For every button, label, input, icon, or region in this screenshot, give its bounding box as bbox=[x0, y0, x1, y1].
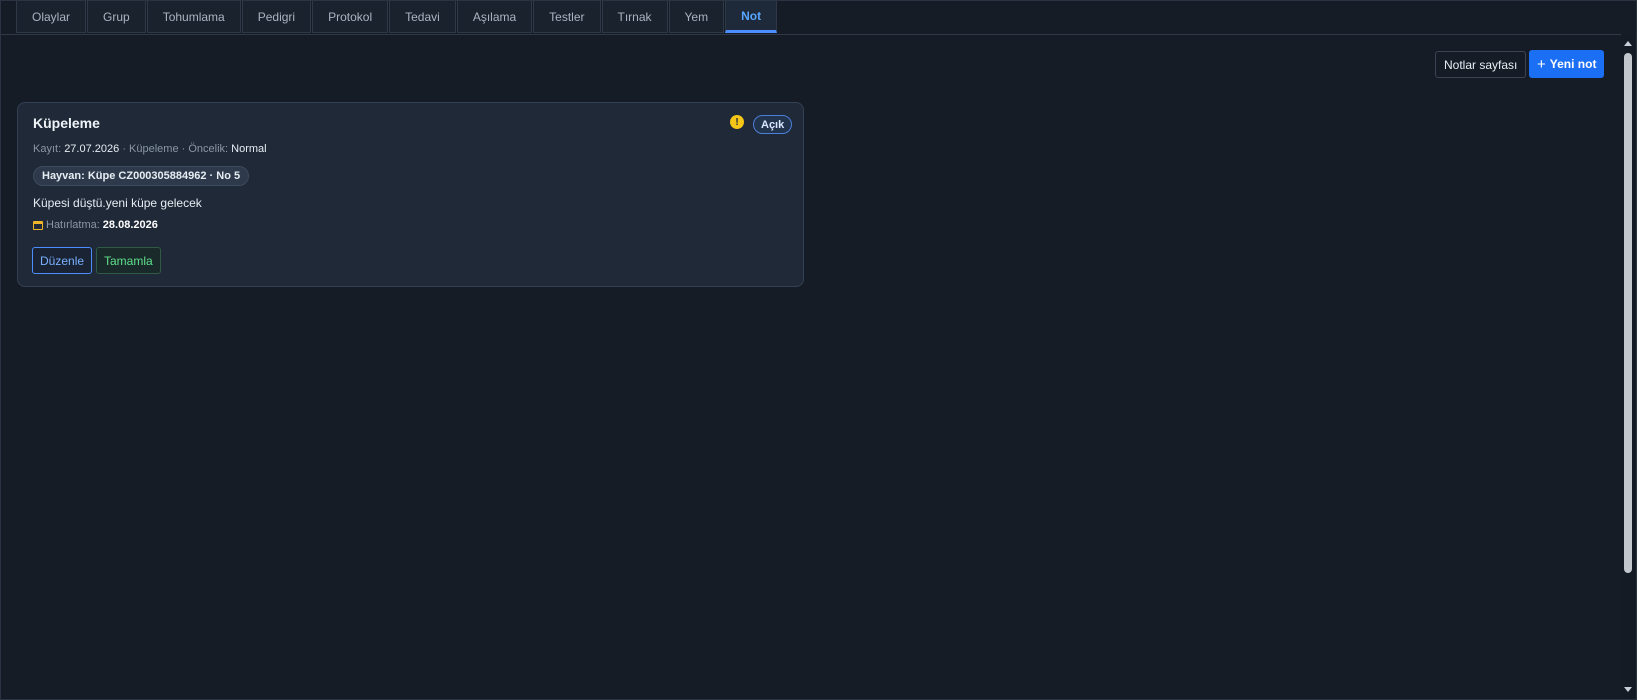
note-card: Küpeleme ! Açık Kayıt: 27.07.2026 · Küpe… bbox=[17, 102, 804, 287]
tab-tirnak[interactable]: Tırnak bbox=[601, 1, 668, 33]
tab-asilama[interactable]: Aşılama bbox=[456, 1, 533, 33]
notes-page-button[interactable]: Notlar sayfası bbox=[1435, 51, 1527, 78]
tab-olaylar[interactable]: Olaylar bbox=[16, 1, 87, 33]
notes-page-label: Notlar sayfası bbox=[1444, 57, 1518, 72]
tab-protokol[interactable]: Protokol bbox=[312, 1, 389, 33]
tab-yem[interactable]: Yem bbox=[668, 1, 725, 33]
tab-pedigri[interactable]: Pedigri bbox=[241, 1, 312, 33]
edit-label: Düzenle bbox=[40, 253, 85, 268]
plus-icon: + bbox=[1537, 55, 1546, 73]
record-date: 27.07.2026 bbox=[64, 143, 120, 155]
scroll-up-arrow-icon[interactable] bbox=[1624, 41, 1632, 46]
scroll-thumb[interactable] bbox=[1624, 53, 1632, 573]
calendar-icon bbox=[33, 220, 43, 230]
tab-bar: Olaylar Grup Tohumlama Pedigri Protokol … bbox=[16, 1, 778, 34]
record-label: Kayıt: bbox=[33, 143, 62, 155]
note-meta: Kayıt: 27.07.2026 · Küpeleme · Öncelik: … bbox=[33, 143, 267, 155]
tab-divider bbox=[1, 34, 1621, 35]
tab-tedavi[interactable]: Tedavi bbox=[389, 1, 456, 33]
app-window: Olaylar Grup Tohumlama Pedigri Protokol … bbox=[0, 0, 1637, 700]
new-note-button[interactable]: + Yeni not bbox=[1529, 50, 1605, 78]
complete-button[interactable]: Tamamla bbox=[96, 247, 161, 274]
animal-chip[interactable]: Hayvan: Küpe CZ000305884962 · No 5 bbox=[33, 166, 250, 186]
exclamation-icon: ! bbox=[730, 115, 744, 129]
reminder-label: Hatırlatma: bbox=[46, 219, 100, 231]
tab-grup[interactable]: Grup bbox=[87, 1, 146, 33]
note-text: Küpesi düştü.yeni küpe gelecek bbox=[33, 196, 202, 210]
vertical-scrollbar[interactable] bbox=[1621, 35, 1635, 699]
new-note-label: Yeni not bbox=[1549, 57, 1597, 71]
priority-label: Öncelik: bbox=[188, 143, 229, 155]
priority-value: Normal bbox=[231, 143, 267, 155]
note-title: Küpeleme bbox=[33, 115, 100, 131]
reminder-date: 28.08.2026 bbox=[102, 219, 158, 231]
tab-testler[interactable]: Testler bbox=[533, 1, 601, 33]
scroll-down-arrow-icon[interactable] bbox=[1624, 687, 1632, 692]
tab-not[interactable]: Not bbox=[725, 1, 778, 33]
tab-tohumlama[interactable]: Tohumlama bbox=[146, 1, 241, 33]
status-badge: Açık bbox=[753, 115, 793, 134]
note-category: · Küpeleme · bbox=[122, 143, 186, 155]
reminder: Hatırlatma: 28.08.2026 bbox=[33, 219, 158, 231]
edit-button[interactable]: Düzenle bbox=[32, 247, 93, 274]
complete-label: Tamamla bbox=[104, 253, 153, 268]
